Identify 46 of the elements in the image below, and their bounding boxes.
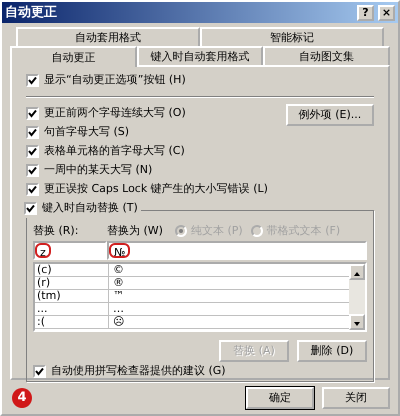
checkbox-label: 更正误按 Caps Lock 键产生的大小写错误 (L): [44, 181, 268, 198]
table-cell-text: ™: [112, 290, 124, 302]
tab[interactable]: 自动更正: [10, 46, 137, 67]
table-cell: ...: [35, 303, 109, 315]
exceptions-button[interactable]: 例外项 (E)...: [286, 104, 374, 126]
checkbox-label: 显示“自动更正选项”按钮 (H): [44, 72, 186, 88]
checkbox-label: 更正前两个字母连续大写 (O): [44, 105, 186, 122]
tab[interactable]: 自动套用格式: [16, 27, 200, 46]
checkbox-label: 表格单元格的首字母大写 (C): [44, 143, 185, 160]
field-value: №: [109, 243, 130, 258]
step-badge: 4: [12, 388, 32, 408]
table-cell: :(: [35, 316, 109, 328]
checkbox[interactable]: [26, 126, 39, 139]
table-cell: (c): [35, 264, 109, 276]
checkbox[interactable]: [26, 74, 39, 87]
checkbox-label: 一周中的某天大写 (N): [44, 162, 152, 178]
close-button[interactable]: ×: [378, 4, 395, 20]
ok-button[interactable]: 确定: [246, 387, 314, 409]
replace-field[interactable]: z: [33, 241, 107, 260]
tab[interactable]: 键入时自动套用格式: [136, 46, 264, 65]
checkbox[interactable]: [26, 145, 39, 158]
checkbox-label: 句首字母大写 (S): [44, 124, 130, 140]
tab[interactable]: 智能标记: [200, 27, 384, 46]
field-label: 替换 (R):: [33, 222, 80, 239]
checkbox[interactable]: [33, 365, 46, 378]
scrollbar[interactable]: [349, 264, 365, 330]
table-cell-text: ☹: [112, 316, 124, 328]
checkbox-label: 键入时自动替换 (T): [42, 200, 138, 216]
checkbox[interactable]: [26, 164, 39, 177]
window-title: 自动更正: [5, 4, 57, 22]
table-cell: (tm): [35, 290, 109, 302]
checkbox[interactable]: [24, 202, 37, 215]
table-cell-text: ®: [112, 277, 124, 289]
field-value: z: [35, 243, 51, 258]
table-cell: (r): [35, 277, 109, 289]
table-cell-text: …: [112, 303, 124, 315]
tab[interactable]: 自动图文集: [263, 46, 390, 65]
field-label: 替换为 (W): [107, 222, 164, 239]
action-button[interactable]: 删除 (D): [297, 340, 367, 362]
help-button[interactable]: ?: [357, 4, 374, 20]
replace-with-field[interactable]: №: [107, 241, 367, 260]
table-cell-text: ©: [112, 264, 124, 276]
checkbox[interactable]: [26, 107, 39, 120]
checkbox[interactable]: [26, 183, 39, 196]
close-dialog-button[interactable]: 关闭: [322, 387, 390, 409]
checkbox-label: 自动使用拼写检查器提供的建议 (G): [51, 363, 226, 380]
